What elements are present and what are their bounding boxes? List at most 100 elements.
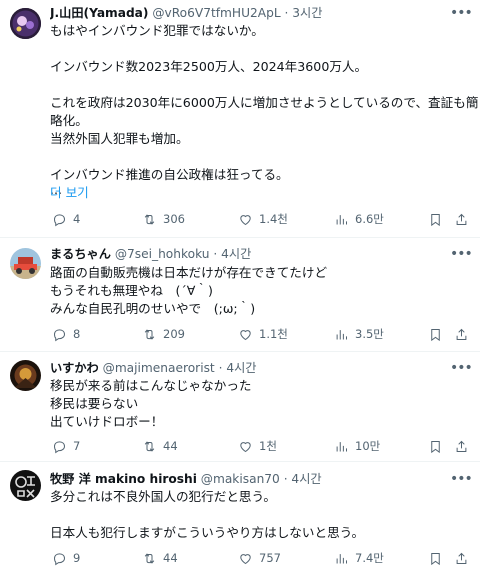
tweet-header: J.山田(Yamada) @vRo6V7tfmHU2ApL · 3시간 — [50, 4, 440, 22]
read-more-link[interactable]: 더 보기 — [50, 184, 89, 202]
tweet-actions: 7 44 1천 10만 — [50, 436, 470, 456]
more-horizontal-icon[interactable]: ••• — [450, 247, 473, 265]
like-button[interactable]: 1.4천 — [238, 209, 288, 229]
bookmark-button[interactable] — [428, 324, 449, 344]
tweet-text-line — [50, 40, 470, 58]
views-bar-chart-icon — [336, 441, 347, 451]
share-button[interactable] — [454, 548, 475, 568]
tweet-actions: 8 209 1.1천 3.5만 — [50, 324, 470, 344]
avatar[interactable] — [10, 8, 41, 39]
like-count: 757 — [259, 551, 281, 565]
like-button[interactable]: 1천 — [238, 436, 277, 456]
avatar-image — [10, 470, 41, 501]
timestamp[interactable]: · 4시간 — [284, 472, 322, 486]
tweet-text-line: 多分これは不良外国人の犯行だと思う。 — [50, 489, 276, 504]
retweet-button[interactable]: 209 — [142, 324, 185, 344]
bookmark-button[interactable] — [428, 548, 449, 568]
avatar[interactable] — [10, 360, 41, 391]
tweet-text-line: 当然外国人犯罪も増加。 — [50, 131, 189, 146]
timeline-feed: J.山田(Yamada) @vRo6V7tfmHU2ApL · 3시간 ••• … — [0, 0, 480, 571]
views-bar-chart-icon — [336, 553, 347, 563]
heart-icon — [240, 441, 251, 452]
avatar-image — [10, 248, 41, 279]
retweet-count: 306 — [163, 212, 185, 226]
views-button[interactable]: 3.5만 — [334, 324, 384, 344]
reply-bubble-icon — [53, 328, 66, 341]
like-count: 1.4천 — [259, 212, 288, 226]
share-button[interactable] — [454, 324, 475, 344]
user-handle[interactable]: @7sei_hohkoku — [115, 247, 210, 261]
tweet-header: いすかわ @majimenaerorist · 4시간 — [50, 359, 440, 377]
reply-button[interactable]: 8 — [52, 324, 80, 344]
user-handle[interactable]: @majimenaerorist — [103, 361, 215, 375]
user-handle[interactable]: @vRo6V7tfmHU2ApL — [152, 6, 280, 20]
tweet-text-line: ... — [50, 182, 63, 197]
tweet-text-line: 日本人も犯行しますがこういうやり方はしないと思う。 — [50, 525, 365, 540]
share-button[interactable] — [454, 209, 475, 229]
views-count: 10만 — [355, 439, 381, 453]
views-bar-chart-icon — [336, 214, 347, 224]
reply-button[interactable]: 4 — [52, 209, 80, 229]
share-icon — [456, 328, 467, 340]
tweet-text-line — [50, 506, 470, 524]
share-icon — [456, 440, 467, 452]
reply-bubble-icon — [53, 552, 66, 565]
tweet[interactable]: J.山田(Yamada) @vRo6V7tfmHU2ApL · 3시간 ••• … — [0, 0, 480, 238]
reply-bubble-icon — [53, 440, 66, 453]
avatar[interactable] — [10, 248, 41, 279]
tweet[interactable]: まるちゃん @7sei_hohkoku · 4시간 ••• 路面の自動販売機は日… — [0, 238, 480, 352]
reply-count: 9 — [73, 551, 81, 565]
bookmark-button[interactable] — [428, 436, 449, 456]
views-button[interactable]: 6.6만 — [334, 209, 384, 229]
avatar[interactable] — [10, 470, 41, 501]
display-name[interactable]: J.山田(Yamada) — [50, 6, 148, 20]
like-button[interactable]: 757 — [238, 548, 281, 568]
tweet-text-line: 出ていけドロボー！ — [50, 414, 164, 429]
retweet-button[interactable]: 44 — [142, 548, 178, 568]
display-name[interactable]: いすかわ — [50, 361, 99, 375]
bookmark-icon — [431, 328, 440, 341]
views-button[interactable]: 7.4만 — [334, 548, 384, 568]
tweet-text-line: インバウンド推進の自公政権は狂ってる。 — [50, 167, 289, 182]
tweet-text: 移民が来る前はこんなじゃなかった 移民は要らない 出ていけドロボー！ — [50, 377, 470, 431]
tweet-actions: 9 44 757 7.4만 — [50, 548, 470, 568]
timestamp[interactable]: · 3시간 — [285, 6, 323, 20]
retweet-icon — [144, 552, 155, 564]
display-name[interactable]: 牧野 洋 makino hiroshi — [50, 472, 197, 486]
avatar-image — [10, 8, 41, 39]
tweet-text-line: 路面の自動販売機は日本だけが存在できてたけど — [50, 265, 328, 280]
tweet[interactable]: いすかわ @majimenaerorist · 4시간 ••• 移民が来る前はこ… — [0, 352, 480, 462]
views-count: 7.4만 — [355, 551, 384, 565]
heart-icon — [240, 553, 251, 564]
like-count: 1.1천 — [259, 327, 288, 341]
tweet-text-line: もはやインバウンド犯罪ではないか。 — [50, 23, 264, 38]
reply-button[interactable]: 7 — [52, 436, 80, 456]
retweet-button[interactable]: 306 — [142, 209, 185, 229]
timestamp[interactable]: · 4시간 — [213, 247, 251, 261]
tweet-text: もはやインバウンド犯罪ではないか。 インバウンド数2023年2500万人、202… — [50, 22, 479, 197]
retweet-button[interactable]: 44 — [142, 436, 178, 456]
views-button[interactable]: 10만 — [334, 436, 380, 456]
tweet-text-line — [50, 76, 470, 94]
views-count: 6.6만 — [355, 212, 384, 226]
tweet-text-line: 略化。 — [50, 113, 88, 128]
heart-icon — [240, 214, 251, 225]
bookmark-button[interactable] — [428, 209, 449, 229]
tweet-text: 路面の自動販売機は日本だけが存在できてたけど もうそれも無理やね (´∀｀) み… — [50, 264, 470, 318]
tweet-actions: 4 306 1.4천 6.6만 — [50, 209, 470, 229]
retweet-icon — [144, 213, 155, 225]
tweet-text-line: これを政府は2030年に6000万人に増加させようとしているので、査証も簡 — [50, 95, 479, 110]
tweet[interactable]: 牧野 洋 makino hiroshi @makisan70 · 4시간 •••… — [0, 462, 480, 571]
timestamp[interactable]: · 4시간 — [219, 361, 257, 375]
tweet-text-line: もうそれも無理やね (´∀｀) — [50, 283, 213, 298]
user-handle[interactable]: @makisan70 — [201, 472, 280, 486]
views-bar-chart-icon — [336, 329, 347, 339]
like-button[interactable]: 1.1천 — [238, 324, 288, 344]
reply-button[interactable]: 9 — [52, 548, 80, 568]
display-name[interactable]: まるちゃん — [50, 247, 111, 261]
tweet-header: まるちゃん @7sei_hohkoku · 4시간 — [50, 245, 440, 263]
views-count: 3.5만 — [355, 327, 384, 341]
share-button[interactable] — [454, 436, 475, 456]
retweet-count: 209 — [163, 327, 185, 341]
reply-bubble-icon — [53, 213, 66, 226]
